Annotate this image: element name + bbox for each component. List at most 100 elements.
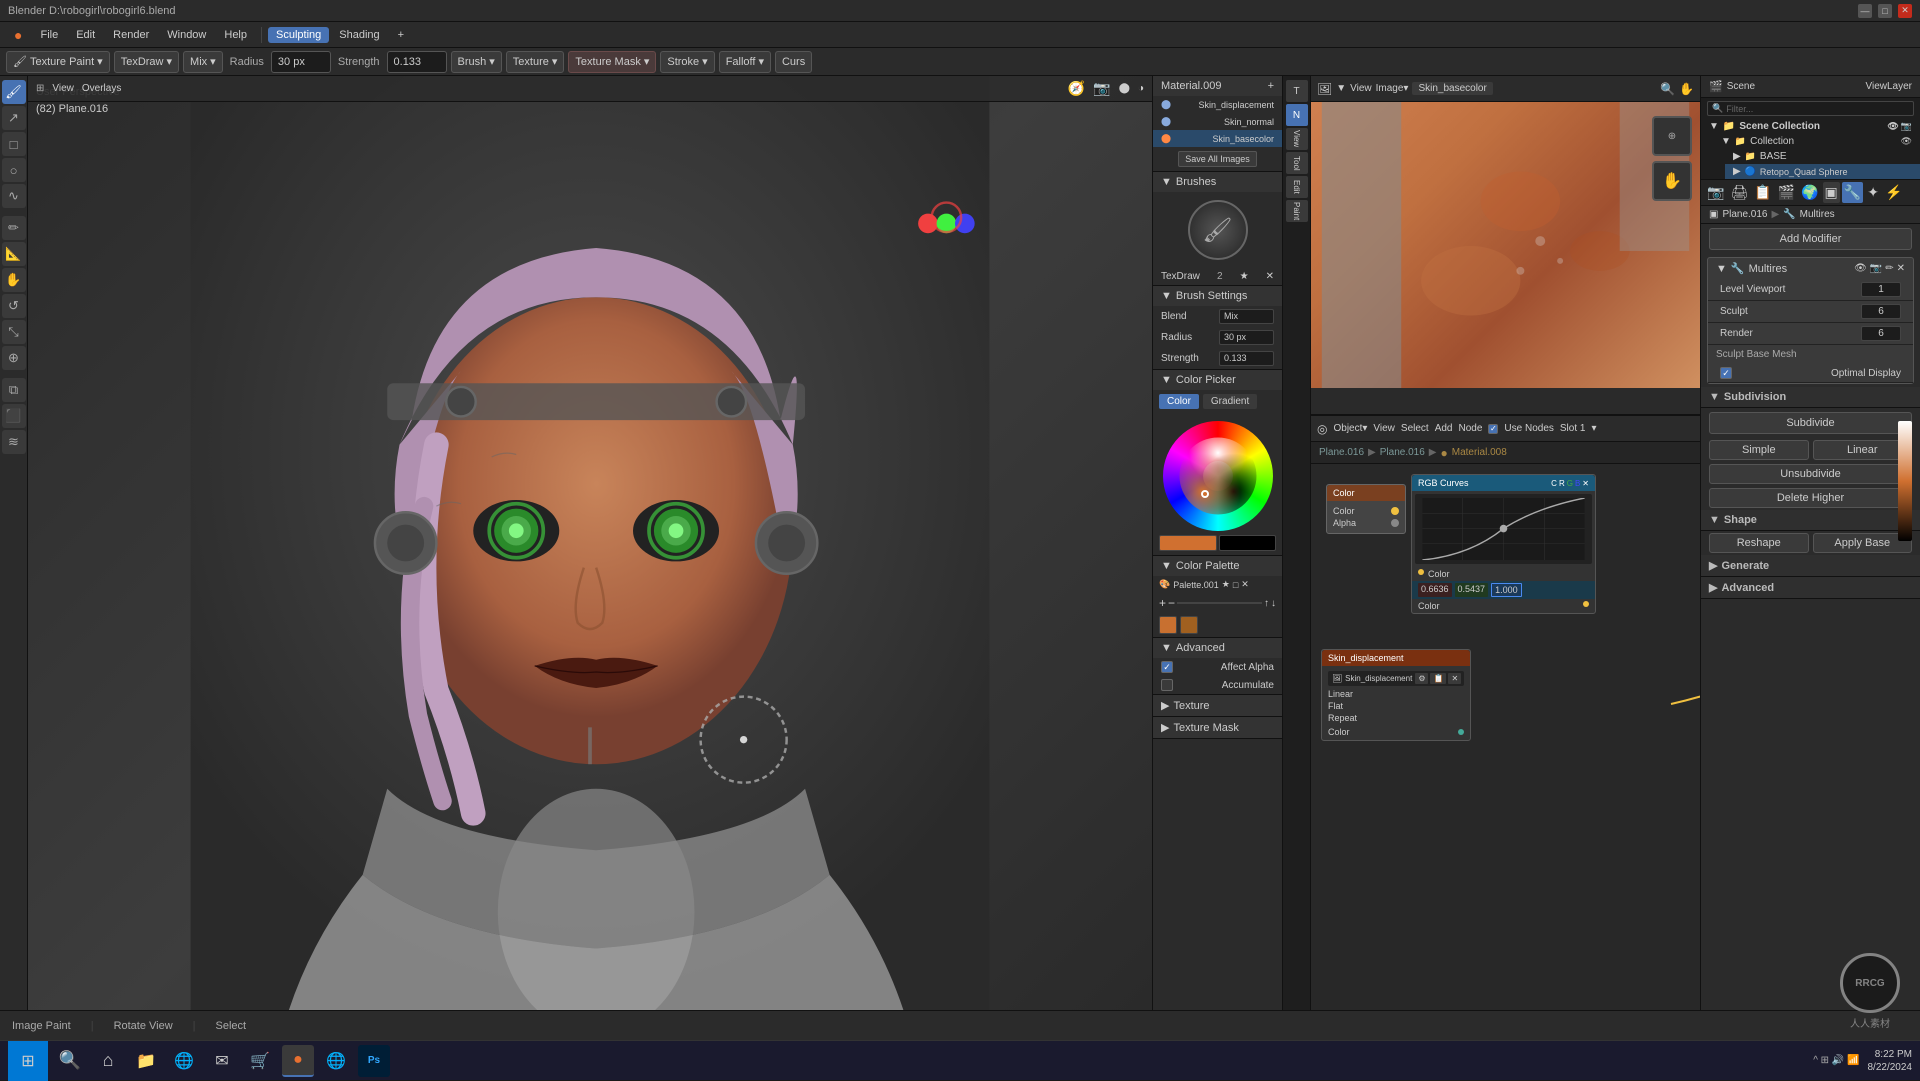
- move-up-btn[interactable]: ↑: [1264, 598, 1269, 609]
- taskbar-chrome[interactable]: 🌐: [320, 1045, 352, 1077]
- color-palette-header[interactable]: ▼ Color Palette: [1153, 556, 1282, 576]
- paint-tab[interactable]: Paint: [1286, 200, 1308, 222]
- render-props-icon[interactable]: 📷: [1705, 182, 1726, 203]
- save-all-button[interactable]: Save All Images: [1153, 147, 1282, 171]
- tree-collection[interactable]: ▼ 📁 Collection 👁: [1713, 134, 1920, 149]
- cam-icon[interactable]: 📷: [1093, 80, 1110, 97]
- multires-eye-btn[interactable]: 👁: [1854, 263, 1867, 274]
- node-object-btn[interactable]: Object▾: [1333, 423, 1367, 434]
- item-eye[interactable]: 👁: [1901, 136, 1912, 147]
- status-rotate-view[interactable]: Rotate View: [114, 1020, 173, 1032]
- rgb-val-g[interactable]: 0.5437: [1455, 583, 1489, 597]
- tool-rotate[interactable]: ↺: [2, 294, 26, 318]
- shape-section[interactable]: ▼ Shape: [1701, 510, 1920, 531]
- material-item-2[interactable]: ⬤ Skin_normal: [1153, 113, 1282, 130]
- status-image-paint[interactable]: Image Paint: [12, 1020, 71, 1032]
- advanced-header[interactable]: ▼ Advanced: [1153, 638, 1282, 658]
- bc-plane2[interactable]: Plane.016: [1380, 447, 1425, 458]
- tool-clone[interactable]: ⧉: [2, 378, 26, 402]
- gradient-tab[interactable]: Gradient: [1203, 394, 1257, 409]
- coll-render[interactable]: 📷: [1901, 121, 1912, 132]
- color-wheel[interactable]: [1163, 421, 1273, 531]
- unsubdivide-button[interactable]: Unsubdivide: [1709, 464, 1912, 484]
- multires-expand[interactable]: ▼: [1716, 263, 1727, 275]
- sculpt-value[interactable]: 6: [1861, 304, 1901, 319]
- subdivision-section[interactable]: ▼ Subdivision: [1701, 387, 1920, 408]
- view-layer-icon[interactable]: 📋: [1752, 182, 1773, 203]
- menu-blender[interactable]: ●: [6, 25, 30, 45]
- sd-btn3[interactable]: ✕: [1448, 673, 1461, 684]
- tool-transform[interactable]: ⊕: [2, 346, 26, 370]
- taskbar-clock[interactable]: 8:22 PM 8/22/2024: [1868, 1048, 1913, 1074]
- node-view-btn[interactable]: View: [1373, 423, 1395, 434]
- rgb-close-icon[interactable]: ✕: [1582, 479, 1589, 488]
- secondary-color-swatch[interactable]: [1219, 535, 1277, 551]
- tool-annotate[interactable]: ✏: [2, 216, 26, 240]
- brushes-header[interactable]: ▼ Brushes: [1153, 172, 1282, 192]
- img-pan[interactable]: ✋: [1679, 82, 1694, 96]
- primary-color-swatch[interactable]: [1159, 535, 1217, 551]
- blend-value[interactable]: Mix: [1219, 309, 1274, 324]
- texture-button[interactable]: Texture ▾: [506, 51, 565, 73]
- move-down-btn[interactable]: ↓: [1271, 598, 1276, 609]
- add-material-icon[interactable]: +: [1268, 80, 1274, 92]
- node-node-btn[interactable]: Node: [1459, 423, 1483, 434]
- color-tab[interactable]: Color: [1159, 394, 1199, 409]
- taskbar-mail[interactable]: ✉: [206, 1045, 238, 1077]
- menu-file[interactable]: File: [32, 27, 66, 43]
- tool-grab[interactable]: ✋: [2, 268, 26, 292]
- tool-tab[interactable]: T: [1286, 80, 1308, 102]
- tree-retopo[interactable]: ▶ 🔵 Retopo_Quad Sphere: [1725, 164, 1920, 179]
- value-slider[interactable]: [1898, 421, 1912, 541]
- stroke-button[interactable]: Stroke ▾: [660, 51, 714, 73]
- scene-icon[interactable]: 🎬: [1709, 80, 1723, 93]
- tree-base[interactable]: ▶ 📁 BASE: [1725, 149, 1920, 164]
- brush-fav-icon[interactable]: ★: [1240, 271, 1249, 282]
- minimize-button[interactable]: —: [1858, 4, 1872, 18]
- view-toggle[interactable]: ⊞: [36, 83, 44, 94]
- multires-name[interactable]: Multires: [1749, 263, 1788, 275]
- texture-mask-header[interactable]: ▶ Texture Mask: [1153, 717, 1282, 738]
- start-button[interactable]: ⊞: [8, 1041, 48, 1081]
- remove-color-btn[interactable]: −: [1168, 596, 1175, 610]
- world-props-icon[interactable]: 🌍: [1799, 182, 1820, 203]
- radius-field[interactable]: 30 px: [271, 51, 331, 73]
- item-options-tab[interactable]: Edit: [1286, 176, 1308, 198]
- rgb-val-r[interactable]: 0.6636: [1418, 583, 1452, 597]
- image-preview[interactable]: [1311, 102, 1700, 388]
- texture-header-btn[interactable]: ▶ Texture: [1153, 695, 1282, 716]
- node-canvas[interactable]: Color Color Alpha: [1311, 464, 1700, 1010]
- viewport-3d[interactable]: ⊞ View Overlays 🧭 📷 ⬤ ◑: [28, 76, 1152, 1010]
- color-socket-out[interactable]: [1391, 507, 1399, 515]
- maximize-button[interactable]: □: [1878, 4, 1892, 18]
- modifier-icon[interactable]: 🔧: [1842, 182, 1863, 203]
- modifier-name[interactable]: Multires: [1800, 209, 1835, 220]
- menu-render[interactable]: Render: [105, 27, 157, 43]
- render-value[interactable]: 6: [1861, 326, 1901, 341]
- optimal-display-checkbox[interactable]: [1720, 367, 1732, 379]
- alpha-socket-out[interactable]: [1391, 519, 1399, 527]
- delete-palette-icon[interactable]: ✕: [1241, 579, 1249, 590]
- nav-icon[interactable]: 🧭: [1068, 80, 1085, 97]
- character-viewport[interactable]: [28, 76, 1152, 1010]
- falloff-button[interactable]: Falloff ▾: [719, 51, 771, 73]
- color-wheel-area[interactable]: [1153, 413, 1282, 555]
- material-header[interactable]: Material.009 +: [1153, 76, 1282, 96]
- tool-lasso[interactable]: ∿: [2, 184, 26, 208]
- rgb-curves-node[interactable]: RGB Curves C R G B ✕: [1411, 474, 1596, 614]
- texture-mask-button[interactable]: Texture Mask ▾: [568, 51, 656, 73]
- menu-help[interactable]: Help: [216, 27, 255, 43]
- color-node[interactable]: Color Color Alpha: [1326, 484, 1406, 534]
- img-view-label[interactable]: View: [1350, 83, 1372, 94]
- tool-scale[interactable]: ⤡: [2, 320, 26, 344]
- tool-box[interactable]: □: [2, 132, 26, 156]
- particles-icon[interactable]: ✦: [1865, 182, 1881, 203]
- tool-smear[interactable]: ≋: [2, 430, 26, 454]
- image-viewer[interactable]: 🖼 ▼ View Image▾ Skin_basecolor 🔍 ✋: [1311, 76, 1700, 416]
- delete-higher-button[interactable]: Delete Higher: [1709, 488, 1912, 508]
- menu-shading[interactable]: Shading: [331, 27, 387, 43]
- menu-sculpting[interactable]: Sculpting: [268, 27, 329, 43]
- status-select[interactable]: Select: [216, 1020, 247, 1032]
- img-image-label[interactable]: Image▾: [1376, 83, 1409, 94]
- physics-icon[interactable]: ⚡: [1883, 182, 1904, 203]
